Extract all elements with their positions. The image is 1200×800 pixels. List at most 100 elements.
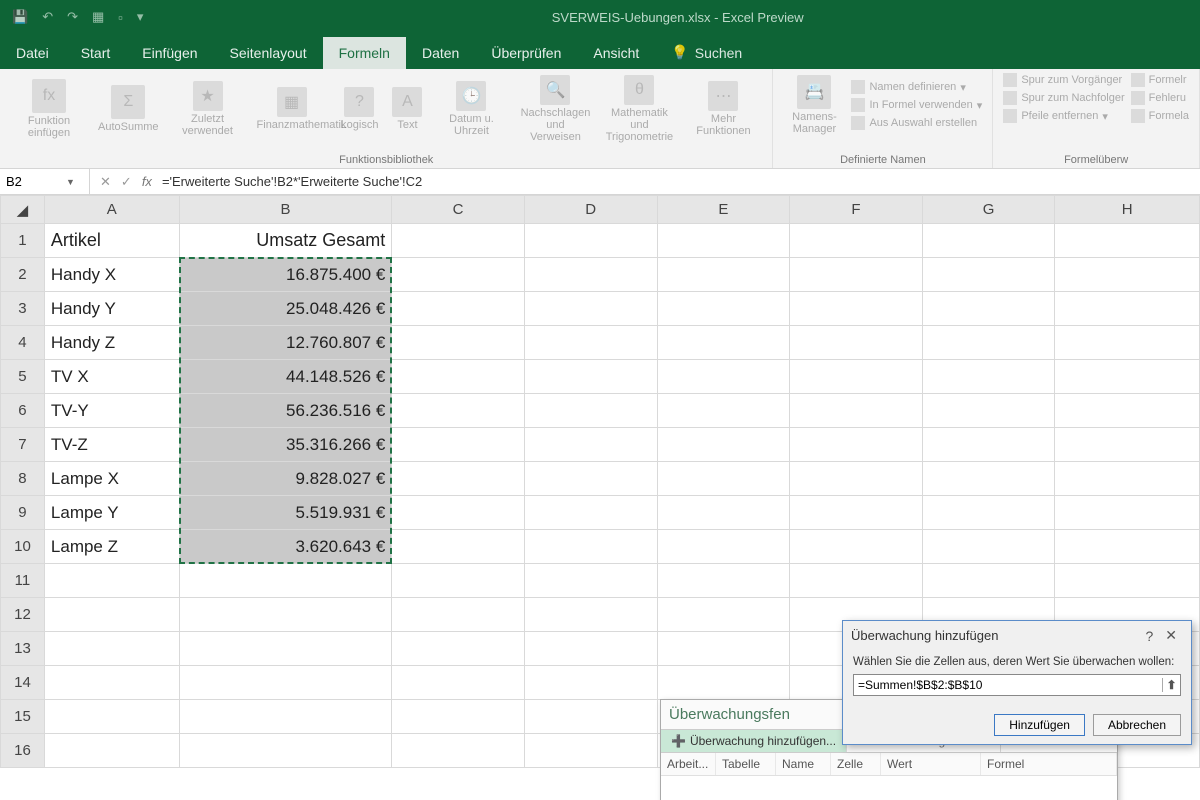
cell[interactable]: [790, 224, 923, 258]
cell[interactable]: [392, 326, 525, 360]
cell[interactable]: [392, 666, 525, 700]
cell[interactable]: [790, 258, 923, 292]
cell[interactable]: 9.828.027 €: [179, 462, 392, 496]
tell-me-search[interactable]: 💡 Suchen: [655, 36, 758, 69]
cell[interactable]: 16.875.400 €: [179, 258, 392, 292]
close-icon[interactable]: ✕: [1159, 627, 1183, 644]
financial-button[interactable]: ▦Finanzmathematik: [253, 85, 331, 133]
undo-icon[interactable]: ↶: [42, 9, 53, 25]
cell[interactable]: [1055, 292, 1200, 326]
cell[interactable]: [524, 258, 657, 292]
cell[interactable]: Artikel: [44, 224, 179, 258]
cell[interactable]: [524, 530, 657, 564]
lookup-button[interactable]: 🔍Nachschlagen und Verweisen: [516, 73, 594, 145]
redo-icon[interactable]: ↷: [67, 9, 78, 25]
cell[interactable]: [524, 394, 657, 428]
cell[interactable]: [790, 428, 923, 462]
cancel-button[interactable]: Abbrechen: [1093, 714, 1181, 736]
name-box-input[interactable]: [6, 174, 62, 189]
trace-dependents-button[interactable]: Spur zum Nachfolger: [1003, 91, 1124, 105]
insert-function-button[interactable]: fxFunktion einfügen: [10, 77, 88, 141]
cell[interactable]: [922, 360, 1055, 394]
col-header[interactable]: D: [524, 196, 657, 224]
qat-icon[interactable]: ▾: [137, 9, 144, 25]
add-watch-button[interactable]: ➕Überwachung hinzufügen...: [661, 730, 847, 752]
cell[interactable]: [392, 462, 525, 496]
autosum-button[interactable]: ΣAutoSumme: [94, 83, 163, 135]
define-name-button[interactable]: Namen definieren ▾: [851, 80, 982, 94]
cell[interactable]: [524, 734, 657, 768]
cell[interactable]: [44, 700, 179, 734]
cell[interactable]: [922, 326, 1055, 360]
cell[interactable]: [1055, 428, 1200, 462]
remove-arrows-button[interactable]: Pfeile entfernen ▾: [1003, 109, 1124, 123]
cell[interactable]: 56.236.516 €: [179, 394, 392, 428]
name-manager-button[interactable]: 📇Namens-Manager: [783, 73, 845, 137]
cell[interactable]: [1055, 394, 1200, 428]
cell[interactable]: [657, 258, 790, 292]
cell[interactable]: [657, 496, 790, 530]
cell[interactable]: [922, 496, 1055, 530]
cell[interactable]: [179, 734, 392, 768]
row-header[interactable]: 9: [1, 496, 45, 530]
cell[interactable]: [922, 292, 1055, 326]
logical-button[interactable]: ?Logisch: [337, 85, 383, 133]
tab-daten[interactable]: Daten: [406, 37, 475, 69]
tab-einfuegen[interactable]: Einfügen: [126, 37, 213, 69]
cell[interactable]: [524, 326, 657, 360]
cell[interactable]: [179, 564, 392, 598]
cell[interactable]: [1055, 326, 1200, 360]
cell[interactable]: [657, 360, 790, 394]
cell[interactable]: [524, 428, 657, 462]
cell[interactable]: [524, 360, 657, 394]
cell[interactable]: [657, 292, 790, 326]
cell[interactable]: [392, 632, 525, 666]
cancel-icon[interactable]: ✕: [100, 174, 111, 190]
cell[interactable]: [922, 462, 1055, 496]
cell[interactable]: [179, 700, 392, 734]
cell[interactable]: Handy X: [44, 258, 179, 292]
cell[interactable]: [524, 224, 657, 258]
ok-button[interactable]: Hinzufügen: [994, 714, 1085, 736]
cell[interactable]: [922, 224, 1055, 258]
cell[interactable]: [392, 734, 525, 768]
cell[interactable]: [657, 598, 790, 632]
datetime-button[interactable]: 🕒Datum u. Uhrzeit: [432, 79, 510, 139]
cell[interactable]: [790, 360, 923, 394]
cell[interactable]: [1055, 360, 1200, 394]
cell[interactable]: [657, 224, 790, 258]
cell[interactable]: [524, 666, 657, 700]
error-check-button[interactable]: Fehleru: [1131, 91, 1189, 105]
cell[interactable]: [524, 598, 657, 632]
cell[interactable]: [922, 564, 1055, 598]
cell[interactable]: [44, 564, 179, 598]
tab-formeln[interactable]: Formeln: [323, 37, 406, 69]
qat-icon[interactable]: ▫: [118, 10, 123, 25]
cell[interactable]: Lampe X: [44, 462, 179, 496]
col-header[interactable]: C: [392, 196, 525, 224]
row-header[interactable]: 12: [1, 598, 45, 632]
trace-precedents-button[interactable]: Spur zum Vorgänger: [1003, 73, 1124, 87]
cell[interactable]: 44.148.526 €: [179, 360, 392, 394]
cell[interactable]: [657, 666, 790, 700]
cell[interactable]: [657, 394, 790, 428]
cell[interactable]: 35.316.266 €: [179, 428, 392, 462]
cell[interactable]: [657, 530, 790, 564]
cell[interactable]: [922, 394, 1055, 428]
range-input[interactable]: [854, 675, 1162, 695]
cell[interactable]: [657, 632, 790, 666]
cell[interactable]: [44, 666, 179, 700]
cell[interactable]: [922, 530, 1055, 564]
cell[interactable]: [524, 564, 657, 598]
cell[interactable]: [922, 428, 1055, 462]
save-icon[interactable]: 💾: [12, 9, 28, 25]
select-all-corner[interactable]: ◢: [1, 196, 45, 224]
fx-icon[interactable]: fx: [142, 174, 158, 189]
cell[interactable]: [392, 700, 525, 734]
col-header[interactable]: B: [179, 196, 392, 224]
math-button[interactable]: θMathematik und Trigonometrie: [600, 73, 678, 145]
cell[interactable]: [524, 462, 657, 496]
row-header[interactable]: 11: [1, 564, 45, 598]
add-watch-dialog[interactable]: Überwachung hinzufügen ? ✕ Wählen Sie di…: [842, 620, 1192, 745]
cell[interactable]: [392, 530, 525, 564]
